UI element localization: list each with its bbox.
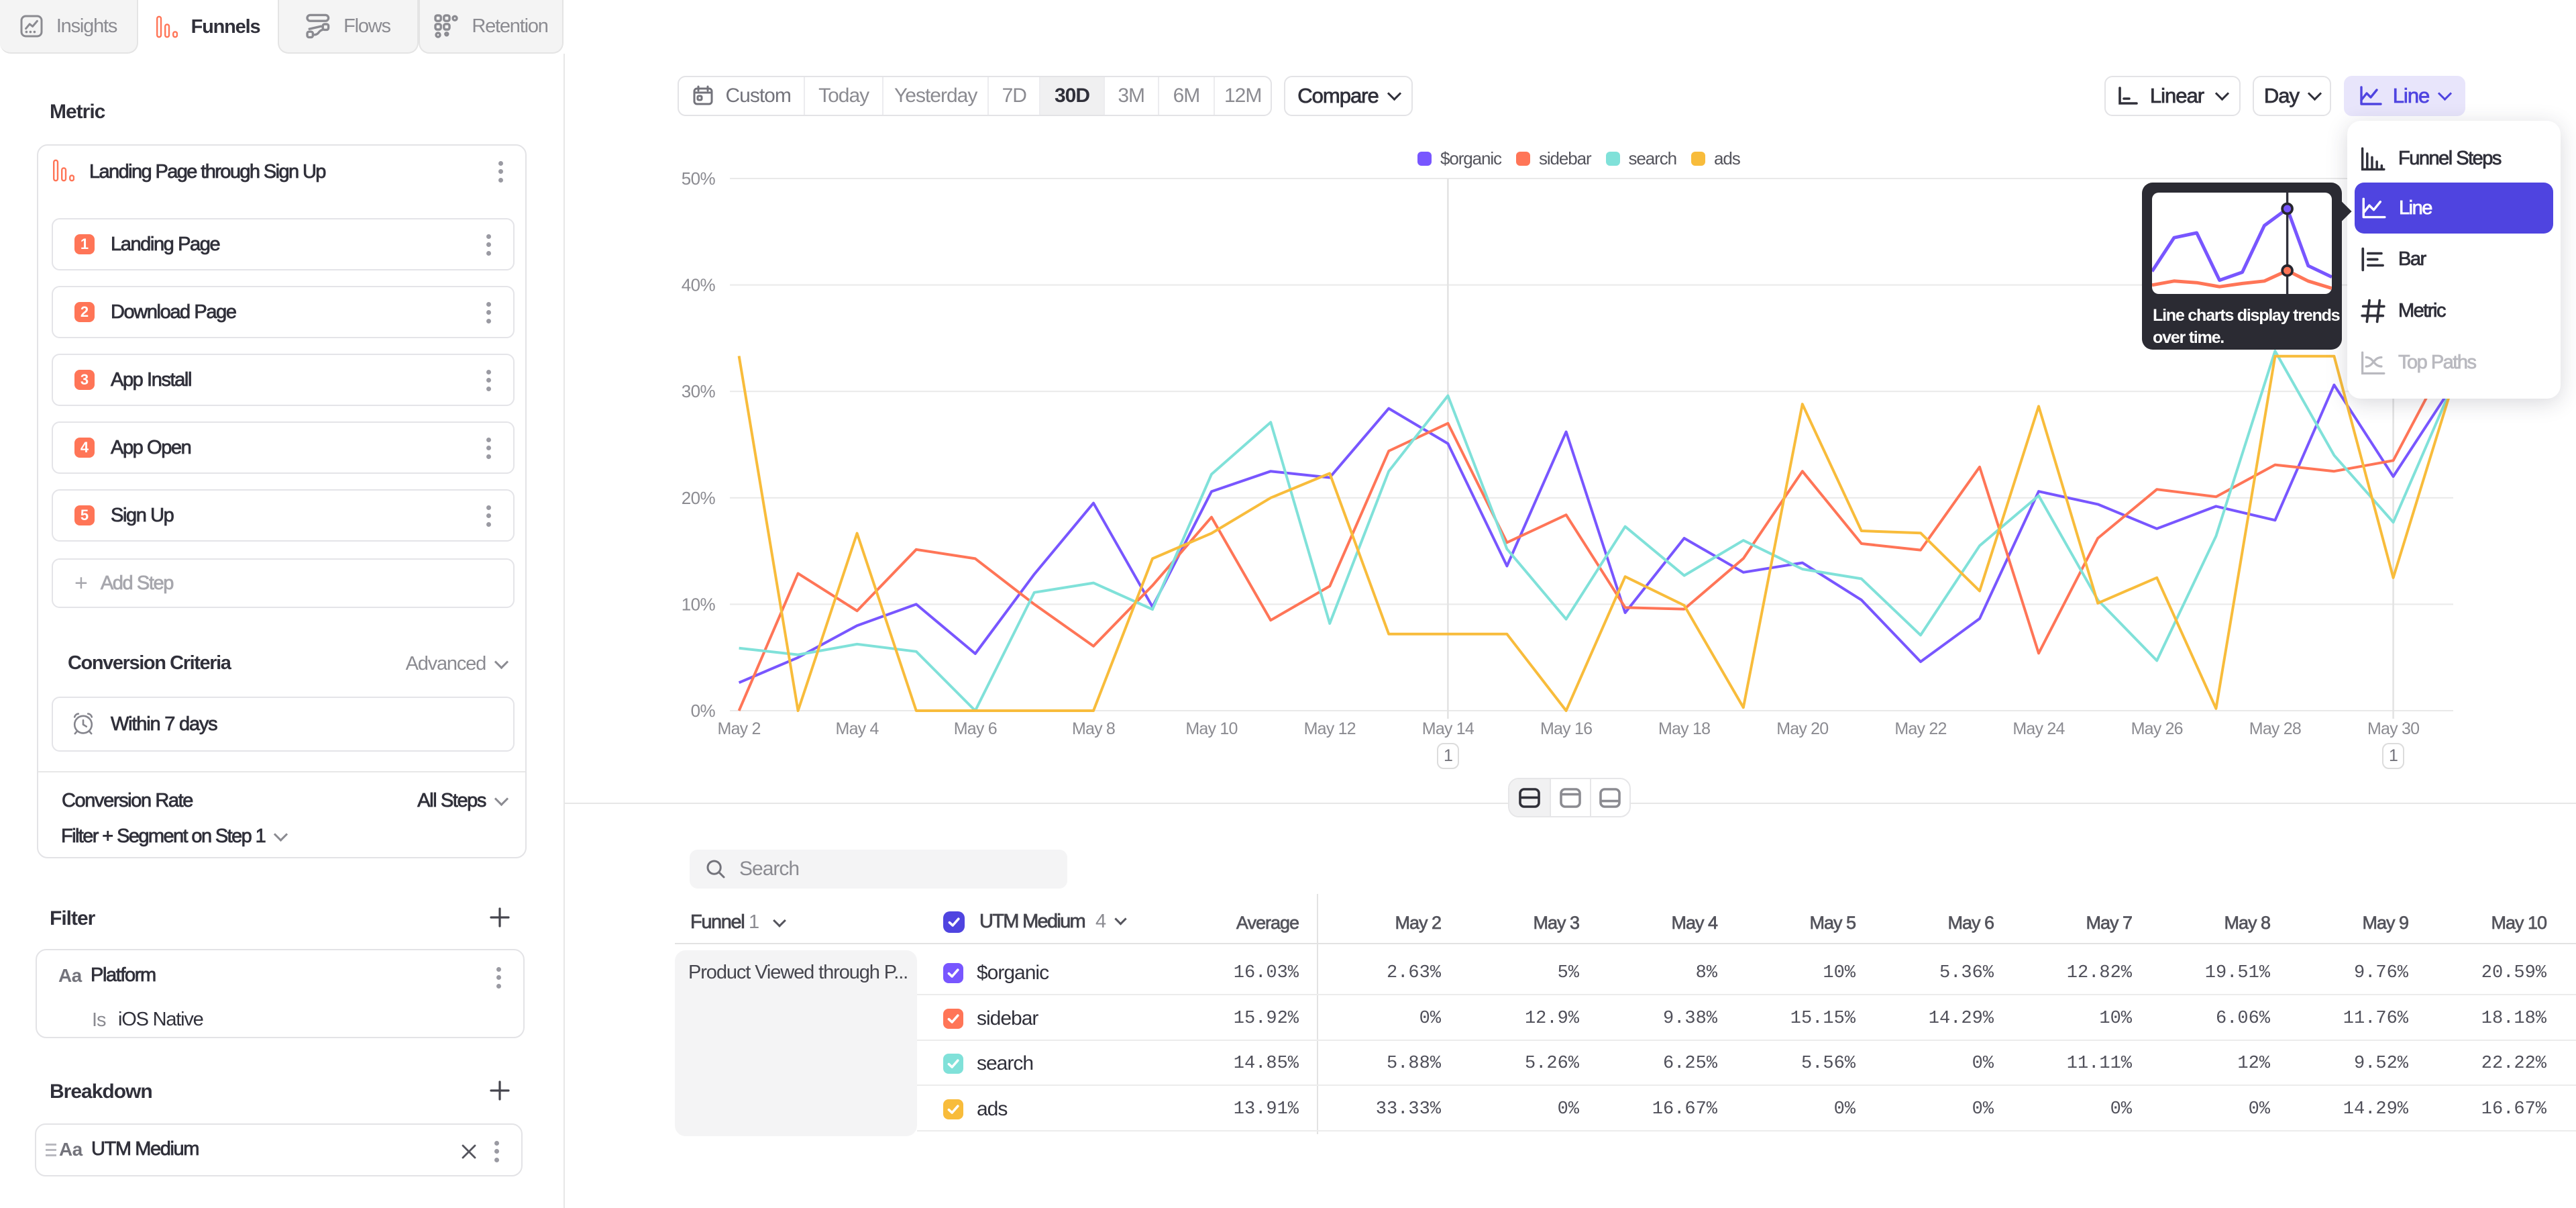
svg-text:May 18: May 18: [1658, 719, 1710, 738]
svg-text:May 4: May 4: [836, 719, 879, 738]
svg-text:May 20: May 20: [1776, 719, 1828, 738]
svg-text:May 10: May 10: [1185, 719, 1237, 738]
svg-text:50%: 50%: [682, 168, 716, 189]
svg-text:May 28: May 28: [2249, 719, 2301, 738]
svg-text:May 14: May 14: [1422, 719, 1474, 738]
svg-text:40%: 40%: [682, 275, 716, 295]
svg-text:May 8: May 8: [1072, 719, 1115, 738]
svg-text:20%: 20%: [682, 488, 716, 508]
svg-text:May 22: May 22: [1894, 719, 1946, 738]
svg-text:May 24: May 24: [2012, 719, 2065, 738]
svg-text:30%: 30%: [682, 381, 716, 401]
svg-text:May 6: May 6: [954, 719, 997, 738]
svg-text:May 16: May 16: [1540, 719, 1592, 738]
svg-text:May 2: May 2: [718, 719, 761, 738]
svg-text:10%: 10%: [682, 594, 716, 614]
svg-text:May 26: May 26: [2131, 719, 2183, 738]
svg-text:May 12: May 12: [1304, 719, 1356, 738]
svg-text:May 30: May 30: [2367, 719, 2419, 738]
svg-text:0%: 0%: [691, 701, 716, 721]
